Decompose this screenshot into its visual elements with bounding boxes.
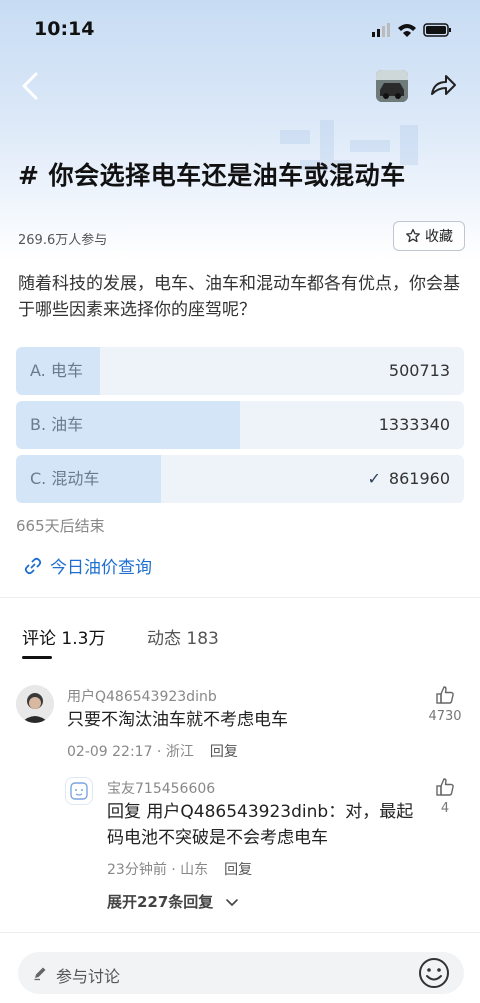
status-bar: 10:14 bbox=[0, 0, 480, 58]
tab-comments[interactable]: 评论 1.3万 bbox=[22, 624, 105, 649]
comment-tabs: 评论 1.3万 动态 183 bbox=[0, 624, 480, 664]
poll-option-count: 500713 bbox=[388, 361, 450, 380]
comment-time-location: 02-09 22:17 · 浙江 bbox=[67, 744, 194, 760]
comment-username[interactable]: 用户Q486543923dinb bbox=[67, 686, 217, 706]
favorite-label: 收藏 bbox=[425, 229, 453, 245]
comment-meta: 02-09 22:17 · 浙江 回复 bbox=[67, 741, 238, 761]
topic-avatar[interactable] bbox=[376, 70, 408, 102]
navigation-bar bbox=[0, 66, 480, 106]
emoji-button[interactable] bbox=[417, 956, 451, 990]
share-button[interactable] bbox=[428, 72, 458, 100]
topic-title: # 你会选择电车还是油车或混动车 bbox=[18, 161, 406, 190]
poll-option-label: A. 电车 bbox=[30, 361, 83, 380]
share-icon bbox=[431, 75, 456, 95]
pen-icon bbox=[34, 967, 46, 981]
user-avatar-image bbox=[16, 685, 54, 723]
expand-replies-label: 展开227条回复 bbox=[107, 893, 214, 911]
participant-count: 269.6万人参与 bbox=[18, 233, 108, 248]
like-button[interactable]: 4 bbox=[425, 777, 465, 816]
oil-price-link-label: 今日油价查询 bbox=[50, 558, 152, 578]
reply-button[interactable]: 回复 bbox=[210, 744, 238, 760]
tab-activity[interactable]: 动态 183 bbox=[147, 624, 219, 649]
reply-button[interactable]: 回复 bbox=[224, 862, 252, 878]
like-count: 4730 bbox=[428, 709, 462, 724]
bottom-divider bbox=[0, 932, 480, 933]
poll-option-count: ✓ 861960 bbox=[368, 455, 450, 503]
comment-input[interactable]: 参与讨论 bbox=[18, 952, 464, 994]
avatar[interactable] bbox=[16, 685, 54, 723]
status-icons bbox=[372, 22, 452, 38]
thumb-up-icon bbox=[436, 686, 454, 704]
star-icon bbox=[406, 228, 420, 243]
topic-question: 随着科技的发展，电车、油车和混动车都各有优点，你会基于哪些因素来选择你的座驾呢？ bbox=[18, 274, 460, 320]
comment-text: 只要不淘汰油车就不考虑电车 bbox=[67, 710, 288, 730]
poll-option-b[interactable]: B. 油车 1333340 bbox=[16, 401, 464, 449]
chevron-down-icon bbox=[225, 898, 238, 906]
reply-text-line-2: 码电池不突破是不会考虑电车 bbox=[107, 828, 328, 848]
like-button[interactable]: 4730 bbox=[425, 685, 465, 724]
signal-wifi-battery-icon bbox=[372, 23, 451, 37]
reply-time-location: 23分钟前 · 山东 bbox=[107, 862, 209, 878]
active-tab-indicator bbox=[22, 656, 52, 659]
back-icon bbox=[22, 72, 38, 100]
poll-option-count-value: 861960 bbox=[388, 469, 450, 488]
comment-input-placeholder: 参与讨论 bbox=[56, 967, 121, 986]
oil-price-link[interactable]: 今日油价查询 bbox=[24, 553, 152, 578]
avatar[interactable] bbox=[65, 777, 93, 805]
poll-option-count: 1333340 bbox=[378, 415, 450, 434]
emoji-icon bbox=[419, 958, 449, 988]
section-divider bbox=[0, 597, 480, 598]
back-button[interactable] bbox=[18, 70, 46, 102]
reply-text-line-1: 回复 用户Q486543923dinb：对，最起 bbox=[107, 802, 414, 822]
car-thumbnail-image bbox=[376, 70, 408, 102]
status-time: 10:14 bbox=[34, 18, 95, 40]
favorite-button[interactable]: 收藏 bbox=[393, 221, 465, 251]
expand-replies-button[interactable]: 展开227条回复 bbox=[107, 891, 239, 912]
link-icon bbox=[24, 557, 42, 574]
poll-option-label: B. 油车 bbox=[30, 415, 84, 434]
poll-option-a[interactable]: A. 电车 500713 bbox=[16, 347, 464, 395]
thumb-up-icon bbox=[436, 778, 454, 796]
default-avatar-icon bbox=[70, 782, 88, 800]
check-icon: ✓ bbox=[367, 469, 381, 488]
poll-option-c[interactable]: C. 混动车 ✓ 861960 bbox=[16, 455, 464, 503]
reply-username[interactable]: 宝友715456606 bbox=[107, 778, 215, 798]
poll-option-label: C. 混动车 bbox=[30, 469, 100, 488]
reply-meta: 23分钟前 · 山东 回复 bbox=[107, 859, 252, 879]
like-count: 4 bbox=[440, 801, 450, 816]
poll-end-time: 665天后结束 bbox=[16, 517, 105, 535]
